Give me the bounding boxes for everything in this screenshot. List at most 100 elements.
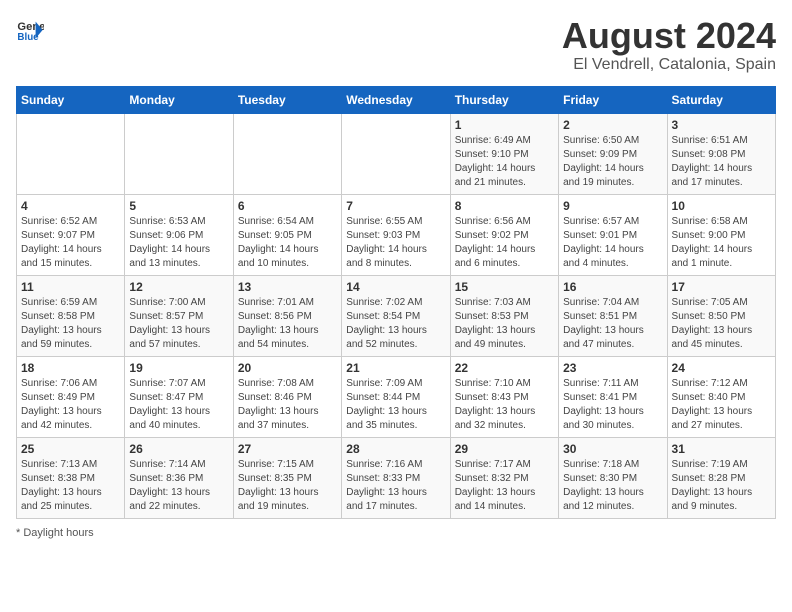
day-number: 18 [21,361,120,375]
calendar-cell: 2Sunrise: 6:50 AM Sunset: 9:09 PM Daylig… [559,113,667,194]
calendar-header-row: SundayMondayTuesdayWednesdayThursdayFrid… [17,86,776,113]
day-info: Sunrise: 7:06 AM Sunset: 8:49 PM Dayligh… [21,377,120,433]
calendar-week-row: 11Sunrise: 6:59 AM Sunset: 8:58 PM Dayli… [17,275,776,356]
day-number: 23 [563,361,662,375]
day-number: 30 [563,442,662,456]
calendar-day-header: Saturday [667,86,775,113]
day-number: 27 [238,442,337,456]
calendar-cell: 23 Sunrise: 7:11 AM Sunset: 8:41 PM Dayli… [559,356,667,437]
day-info: Sunrise: 6:55 AM Sunset: 9:03 PM Dayligh… [346,215,445,271]
day-number: 29 [455,442,554,456]
day-info: Sunrise: 6:52 AM Sunset: 9:07 PM Dayligh… [21,215,120,271]
calendar-day-header: Sunday [17,86,125,113]
day-number: 1 [455,118,554,132]
calendar-cell: 29 Sunrise: 7:17 AM Sunset: 8:32 PM Dayli… [450,437,558,518]
calendar-day-header: Monday [125,86,233,113]
day-info: Sunrise: 7:19 AM Sunset: 8:28 PM Dayligh… [672,458,771,514]
footer-note: * Daylight hours [16,527,776,539]
calendar-week-row: 1Sunrise: 6:49 AM Sunset: 9:10 PM Daylig… [17,113,776,194]
day-number: 17 [672,280,771,294]
calendar-cell: 10 Sunrise: 6:58 AM Sunset: 9:00 PM Dayli… [667,194,775,275]
day-info: Sunrise: 6:59 AM Sunset: 8:58 PM Dayligh… [21,296,120,352]
logo: General Blue [16,16,44,44]
calendar-cell [342,113,450,194]
day-number: 6 [238,199,337,213]
calendar-day-header: Thursday [450,86,558,113]
day-number: 21 [346,361,445,375]
day-number: 25 [21,442,120,456]
calendar-day-header: Tuesday [233,86,341,113]
calendar-cell: 30 Sunrise: 7:18 AM Sunset: 8:30 PM Dayli… [559,437,667,518]
day-info: Sunrise: 6:56 AM Sunset: 9:02 PM Dayligh… [455,215,554,271]
calendar-cell: 24Sunrise: 7:12 AM Sunset: 8:40 PM Dayli… [667,356,775,437]
calendar-cell: 3 Sunrise: 6:51 AM Sunset: 9:08 PM Daylig… [667,113,775,194]
day-info: Sunrise: 7:05 AM Sunset: 8:50 PM Dayligh… [672,296,771,352]
day-info: Sunrise: 7:09 AM Sunset: 8:44 PM Dayligh… [346,377,445,433]
day-number: 24 [672,361,771,375]
day-number: 8 [455,199,554,213]
day-info: Sunrise: 7:14 AM Sunset: 8:36 PM Dayligh… [129,458,228,514]
day-info: Sunrise: 6:54 AM Sunset: 9:05 PM Dayligh… [238,215,337,271]
calendar-cell: 4 Sunrise: 6:52 AM Sunset: 9:07 PM Daylig… [17,194,125,275]
calendar-cell: 8 Sunrise: 6:56 AM Sunset: 9:02 PM Daylig… [450,194,558,275]
day-info: Sunrise: 6:53 AM Sunset: 9:06 PM Dayligh… [129,215,228,271]
day-info: Sunrise: 7:07 AM Sunset: 8:47 PM Dayligh… [129,377,228,433]
calendar-cell [125,113,233,194]
calendar-cell: 27Sunrise: 7:15 AM Sunset: 8:35 PM Dayli… [233,437,341,518]
day-info: Sunrise: 7:08 AM Sunset: 8:46 PM Dayligh… [238,377,337,433]
calendar-cell: 5 Sunrise: 6:53 AM Sunset: 9:06 PM Daylig… [125,194,233,275]
day-number: 9 [563,199,662,213]
day-number: 15 [455,280,554,294]
calendar-cell: 7Sunrise: 6:55 AM Sunset: 9:03 PM Daylig… [342,194,450,275]
calendar-cell: 25 Sunrise: 7:13 AM Sunset: 8:38 PM Dayli… [17,437,125,518]
day-info: Sunrise: 7:02 AM Sunset: 8:54 PM Dayligh… [346,296,445,352]
day-info: Sunrise: 7:11 AM Sunset: 8:41 PM Dayligh… [563,377,662,433]
calendar-cell: 17 Sunrise: 7:05 AM Sunset: 8:50 PM Dayli… [667,275,775,356]
calendar-cell: 13Sunrise: 7:01 AM Sunset: 8:56 PM Dayli… [233,275,341,356]
day-info: Sunrise: 7:16 AM Sunset: 8:33 PM Dayligh… [346,458,445,514]
calendar-cell: 22 Sunrise: 7:10 AM Sunset: 8:43 PM Dayli… [450,356,558,437]
day-info: Sunrise: 7:00 AM Sunset: 8:57 PM Dayligh… [129,296,228,352]
calendar-day-header: Wednesday [342,86,450,113]
day-info: Sunrise: 7:18 AM Sunset: 8:30 PM Dayligh… [563,458,662,514]
calendar-day-header: Friday [559,86,667,113]
calendar-cell: 28 Sunrise: 7:16 AM Sunset: 8:33 PM Dayli… [342,437,450,518]
day-number: 26 [129,442,228,456]
day-number: 4 [21,199,120,213]
calendar-cell: 11Sunrise: 6:59 AM Sunset: 8:58 PM Dayli… [17,275,125,356]
calendar-cell: 15 Sunrise: 7:03 AM Sunset: 8:53 PM Dayli… [450,275,558,356]
title-area: August 2024 El Vendrell, Catalonia, Spai… [562,16,776,74]
day-number: 19 [129,361,228,375]
day-number: 22 [455,361,554,375]
day-number: 2 [563,118,662,132]
day-number: 5 [129,199,228,213]
day-info: Sunrise: 7:03 AM Sunset: 8:53 PM Dayligh… [455,296,554,352]
calendar-cell: 6 Sunrise: 6:54 AM Sunset: 9:05 PM Daylig… [233,194,341,275]
calendar-cell: 9 Sunrise: 6:57 AM Sunset: 9:01 PM Daylig… [559,194,667,275]
calendar-week-row: 4 Sunrise: 6:52 AM Sunset: 9:07 PM Daylig… [17,194,776,275]
calendar-cell: 31Sunrise: 7:19 AM Sunset: 8:28 PM Dayli… [667,437,775,518]
calendar-cell: 16Sunrise: 7:04 AM Sunset: 8:51 PM Dayli… [559,275,667,356]
day-info: Sunrise: 6:58 AM Sunset: 9:00 PM Dayligh… [672,215,771,271]
day-number: 3 [672,118,771,132]
day-info: Sunrise: 7:01 AM Sunset: 8:56 PM Dayligh… [238,296,337,352]
main-title: August 2024 [562,16,776,56]
header: General Blue August 2024 El Vendrell, Ca… [16,16,776,74]
calendar-cell: 19 Sunrise: 7:07 AM Sunset: 8:47 PM Dayli… [125,356,233,437]
calendar-cell: 1Sunrise: 6:49 AM Sunset: 9:10 PM Daylig… [450,113,558,194]
day-info: Sunrise: 7:10 AM Sunset: 8:43 PM Dayligh… [455,377,554,433]
day-info: Sunrise: 6:51 AM Sunset: 9:08 PM Dayligh… [672,134,771,190]
day-number: 14 [346,280,445,294]
calendar-cell: 20Sunrise: 7:08 AM Sunset: 8:46 PM Dayli… [233,356,341,437]
calendar-week-row: 25 Sunrise: 7:13 AM Sunset: 8:38 PM Dayli… [17,437,776,518]
day-number: 12 [129,280,228,294]
day-info: Sunrise: 6:57 AM Sunset: 9:01 PM Dayligh… [563,215,662,271]
day-number: 10 [672,199,771,213]
calendar-cell: 26 Sunrise: 7:14 AM Sunset: 8:36 PM Dayli… [125,437,233,518]
day-info: Sunrise: 7:17 AM Sunset: 8:32 PM Dayligh… [455,458,554,514]
day-number: 16 [563,280,662,294]
calendar-cell: 12 Sunrise: 7:00 AM Sunset: 8:57 PM Dayli… [125,275,233,356]
subtitle: El Vendrell, Catalonia, Spain [562,56,776,74]
day-number: 28 [346,442,445,456]
day-info: Sunrise: 7:13 AM Sunset: 8:38 PM Dayligh… [21,458,120,514]
